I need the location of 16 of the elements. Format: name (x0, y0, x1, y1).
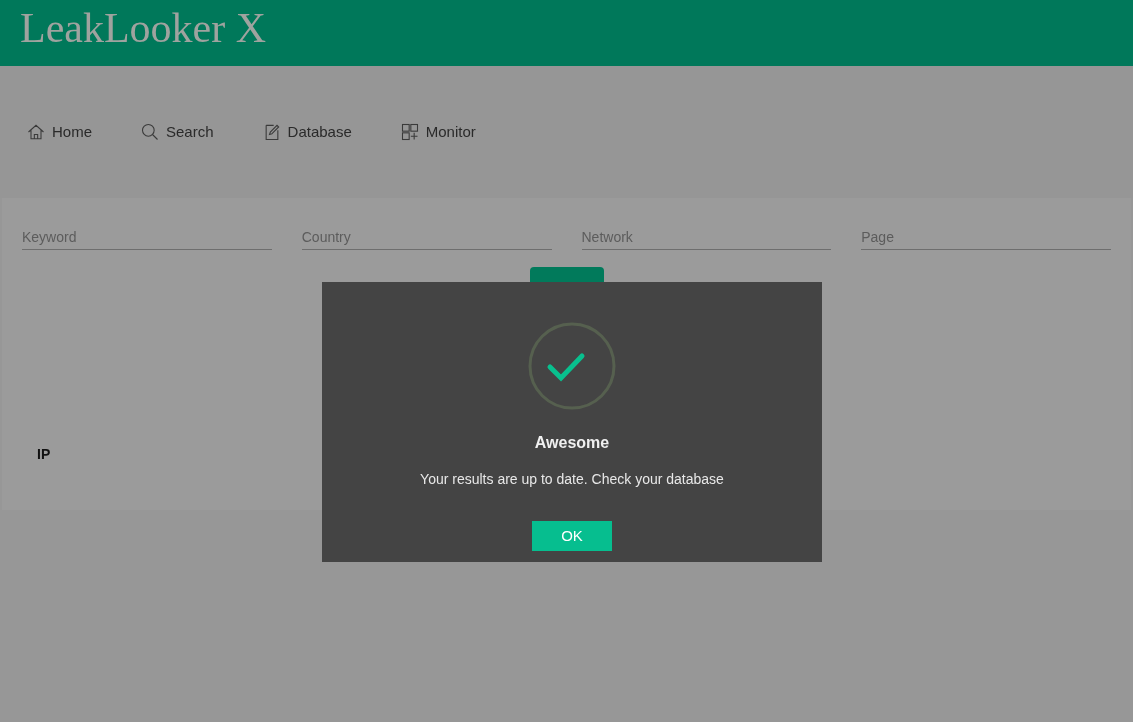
house-icon (26, 122, 46, 142)
dialog-title: Awesome (534, 433, 610, 453)
nav-link[interactable]: Search (140, 120, 214, 144)
search-field[interactable]: Country (301, 224, 552, 250)
nav-link[interactable]: Monitor (399, 120, 476, 144)
dialog-message: Your results are up to date. Check your database (420, 470, 724, 489)
nav-link[interactable]: Database (261, 120, 352, 144)
checkmark-icon (528, 322, 616, 410)
search-field[interactable]: Page (861, 224, 1111, 250)
nav-link[interactable]: Home (26, 120, 92, 144)
search-field[interactable]: Keyword (22, 224, 272, 250)
app-title: LeakLooker X (20, 7, 267, 49)
column-header: IP (37, 446, 51, 462)
search-icon (140, 122, 160, 142)
grid-icon (399, 122, 420, 142)
search-field[interactable]: Network (581, 224, 832, 250)
